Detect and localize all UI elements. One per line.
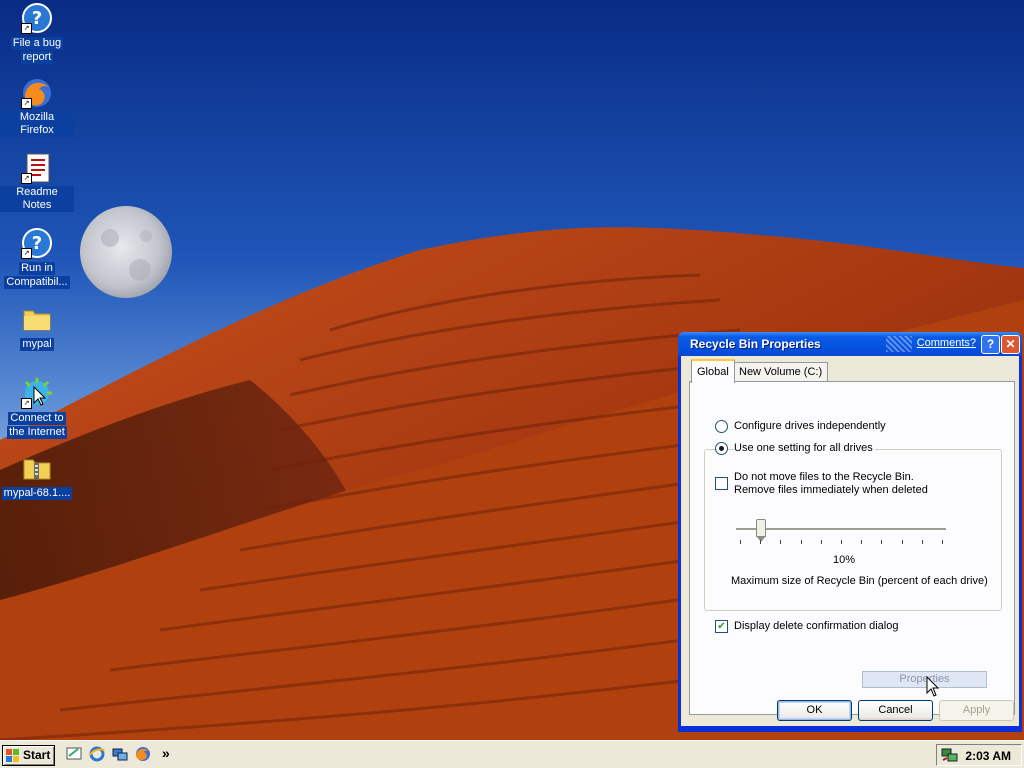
- windows-logo-icon: [6, 749, 19, 762]
- desktop-icon-label: Mozilla Firefox: [0, 111, 74, 137]
- desktop-icon-mypal[interactable]: mypal: [0, 303, 74, 351]
- network-tray-icon[interactable]: [941, 747, 959, 763]
- internet-explorer-icon[interactable]: [89, 746, 105, 762]
- firefox-quicklaunch-icon[interactable]: [135, 746, 151, 762]
- taskbar: Start » 2:03 AM: [0, 740, 1024, 768]
- zip-folder-icon: [21, 452, 53, 484]
- recycle-bin-size-slider-thumb[interactable]: [756, 519, 766, 542]
- do-not-move-label-line1[interactable]: Do not move files to the Recycle Bin.: [734, 471, 914, 483]
- slider-tick: [921, 540, 923, 544]
- notes-icon: ↗: [21, 152, 53, 184]
- dialog-titlebar[interactable]: Recycle Bin Properties Comments? ? ✕: [678, 332, 1022, 356]
- desktop-icon-connect-to-internet[interactable]: ↗ Connect to the Internet: [0, 377, 74, 439]
- slider-tick: [740, 540, 741, 544]
- desktop-icon-label: the Internet: [7, 426, 67, 439]
- use-one-setting-label[interactable]: Use one setting for all drives: [734, 442, 875, 454]
- desktop-icon-label: Connect to: [8, 412, 66, 425]
- slider-tick: [820, 540, 822, 544]
- desktop-icon-file-bug-report[interactable]: ? ↗ File a bug report: [0, 2, 74, 64]
- slider-tick: [780, 540, 782, 544]
- help-button[interactable]: ?: [981, 335, 1000, 354]
- do-not-move-checkbox[interactable]: [715, 477, 728, 490]
- desktop-icon-run-in-compatibility[interactable]: ? ↗ Run in Compatibil...: [0, 227, 74, 289]
- comments-link[interactable]: Comments?: [917, 337, 976, 349]
- desktop-icon-label: Compatibil...: [4, 276, 70, 289]
- folder-icon: [21, 303, 53, 335]
- display-delete-confirmation-label[interactable]: Display delete confirmation dialog: [734, 620, 898, 632]
- desktop-icon-mozilla-firefox[interactable]: ↗ Mozilla Firefox: [0, 77, 74, 137]
- desktop-icon-label: Readme Notes: [0, 186, 74, 212]
- desktop-icon-readme-notes[interactable]: ↗ Readme Notes: [0, 152, 74, 212]
- configure-independently-radio[interactable]: [715, 420, 728, 433]
- desktop-icon-mypal-zip[interactable]: mypal-68.1....: [0, 452, 74, 500]
- mouse-cursor: [926, 676, 940, 697]
- cancel-button[interactable]: Cancel: [858, 700, 933, 721]
- system-tray: 2:03 AM: [936, 744, 1022, 766]
- slider-tick: [861, 540, 863, 544]
- slider-tick: [800, 540, 802, 544]
- start-button[interactable]: Start: [2, 745, 55, 766]
- network-connections-icon[interactable]: [112, 746, 128, 762]
- slider-tick: [760, 540, 762, 544]
- firefox-icon: ↗: [21, 77, 53, 109]
- svg-text:?: ?: [32, 8, 42, 29]
- slider-tick: [881, 540, 883, 544]
- tab-new-volume-c[interactable]: New Volume (C:): [733, 362, 829, 381]
- show-desktop-icon[interactable]: [66, 746, 82, 762]
- title-decoration: [886, 336, 912, 352]
- recycle-bin-properties-dialog: Recycle Bin Properties Comments? ? ✕ Glo…: [678, 332, 1022, 732]
- configure-independently-label[interactable]: Configure drives independently: [734, 420, 886, 432]
- desktop-icon-label: mypal-68.1....: [1, 487, 73, 500]
- desktop-icon-label: report: [20, 51, 54, 64]
- properties-button[interactable]: Properties: [862, 671, 987, 688]
- slider-value-label: 10%: [833, 554, 856, 566]
- slider-caption: Maximum size of Recycle Bin (percent of …: [731, 575, 988, 587]
- slider-tick: [841, 540, 842, 544]
- slider-tick: [942, 540, 943, 544]
- desktop-icon-label: Run in: [19, 262, 55, 275]
- connect-icon: ↗: [21, 377, 53, 409]
- dialog-client-area: Global New Volume (C:) Configure drives …: [681, 356, 1019, 726]
- use-one-setting-radio[interactable]: [715, 442, 728, 455]
- do-not-move-label-line2[interactable]: Remove files immediately when deleted: [734, 484, 928, 496]
- tab-page-global: Configure drives independently Use one s…: [689, 381, 1015, 715]
- recycle-bin-size-slider-track[interactable]: [736, 528, 946, 531]
- help-icon: ? ↗: [21, 2, 53, 34]
- tab-global[interactable]: Global: [691, 359, 735, 383]
- desktop-icon-label: File a bug: [10, 37, 64, 50]
- dialog-title: Recycle Bin Properties: [690, 337, 821, 351]
- ok-button[interactable]: OK: [777, 700, 852, 721]
- desktop-icon-label: mypal: [20, 338, 54, 351]
- start-label: Start: [23, 748, 51, 762]
- clock[interactable]: 2:03 AM: [965, 749, 1011, 763]
- svg-text:?: ?: [32, 233, 42, 254]
- help-icon: ? ↗: [21, 227, 53, 259]
- close-button[interactable]: ✕: [1001, 335, 1020, 354]
- apply-button[interactable]: Apply: [939, 700, 1014, 721]
- display-delete-confirmation-checkbox[interactable]: ✔: [715, 620, 728, 633]
- slider-tick: [901, 540, 903, 544]
- quicklaunch-more-chevron[interactable]: »: [162, 745, 170, 761]
